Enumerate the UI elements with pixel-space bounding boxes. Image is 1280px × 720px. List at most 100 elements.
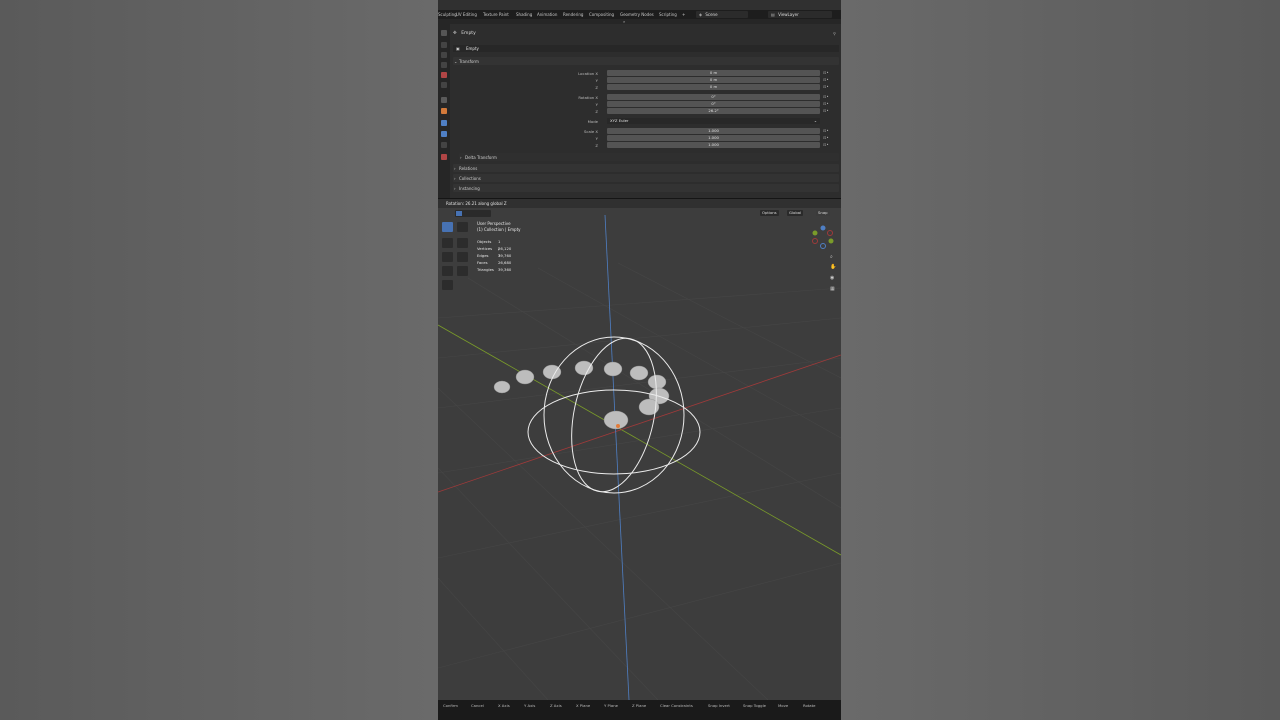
add-cube-tool-icon[interactable] (442, 280, 453, 290)
lock-icon[interactable]: ⊡• (823, 84, 829, 89)
search-icon[interactable]: ⌕ (623, 19, 625, 24)
hint-snap-invert: Snap Invert (708, 703, 730, 708)
lock-icon[interactable]: ⊡• (823, 128, 829, 133)
neg-x-axis-icon[interactable] (812, 238, 818, 244)
active-collection-label: (1) Collection | Empty (477, 227, 521, 232)
neg-z-axis-icon[interactable] (820, 243, 826, 249)
chevron-down-icon: ⌄ (454, 59, 458, 64)
scale-y-field[interactable]: 1.000 (607, 135, 820, 141)
hint-move: Move (778, 703, 789, 708)
transform-orientation-dropdown[interactable]: Global (787, 210, 804, 216)
data-tab-icon[interactable] (441, 154, 447, 160)
tab-shading[interactable]: Shading (516, 12, 532, 17)
rotation-y-field[interactable]: 0° (607, 101, 820, 107)
lock-icon[interactable]: ⊡• (823, 142, 829, 147)
rotate-tool-icon[interactable] (457, 238, 468, 248)
object-data-icon: ▣ (456, 46, 460, 51)
blurred-background-left (0, 0, 438, 720)
rotation-x-label: Rotation X (578, 95, 598, 100)
floor-grid (438, 262, 841, 700)
output-tab-icon[interactable] (441, 52, 447, 58)
select-box-icon[interactable] (456, 211, 462, 216)
lock-icon[interactable]: ⊡• (823, 94, 829, 99)
stat-value: 39,760 (498, 253, 512, 258)
object-name-field[interactable]: ▣ Empty (453, 45, 839, 52)
annotate-tool-icon[interactable] (442, 266, 453, 276)
cursor-tool-icon[interactable] (457, 222, 468, 232)
snap-toggle[interactable]: Snap (816, 210, 830, 216)
select-mode-buttons[interactable] (455, 210, 491, 217)
zoom-icon[interactable]: ⌕ (830, 254, 833, 260)
lock-icon[interactable]: ⊡• (823, 101, 829, 106)
blurred-background-right (841, 0, 1280, 720)
stat-label: Edges (477, 253, 489, 258)
options-button[interactable]: Options (760, 210, 779, 216)
transform-panel-header[interactable]: Transform ⌄ (453, 57, 839, 65)
navigation-gizmo[interactable] (810, 224, 840, 254)
stat-value: 26,120 (498, 246, 512, 251)
lock-icon[interactable]: ⊡• (823, 135, 829, 140)
measure-tool-icon[interactable] (457, 266, 468, 276)
render-tab-icon[interactable] (441, 42, 447, 48)
neg-x-axis-icon[interactable] (827, 230, 833, 236)
instancing-panel[interactable]: › Instancing (453, 184, 839, 192)
lock-icon[interactable]: ⊡• (823, 70, 829, 75)
location-z-field[interactable]: 0 m (607, 84, 820, 90)
rotation-x-field[interactable]: 0° (607, 94, 820, 100)
y-axis-icon[interactable] (828, 238, 834, 244)
tab-texture-paint[interactable]: Texture Paint (483, 12, 509, 17)
transform-tool-icon[interactable] (457, 252, 468, 262)
tab-sculpting[interactable]: Sculpting (438, 12, 457, 17)
rotation-z-field[interactable]: 26.2° (607, 108, 820, 114)
scale-tool-icon[interactable] (442, 252, 453, 262)
grid-view-icon[interactable]: ▦ (830, 286, 835, 292)
tool-tab-icon[interactable] (441, 30, 447, 36)
view-layer-selector[interactable]: ▤ ViewLayer (768, 11, 832, 18)
tab-rendering[interactable]: Rendering (563, 12, 583, 17)
relations-label: Relations (459, 166, 478, 171)
blender-window: Sculpting UV Editing Texture Paint Shadi… (438, 0, 841, 720)
rotation-mode-dropdown[interactable]: XYZ Euler ⌄ (607, 118, 820, 124)
snap-label: Snap (818, 210, 828, 215)
tab-geometry-nodes[interactable]: Geometry Nodes (620, 12, 654, 17)
object-name: Empty (461, 31, 476, 36)
lock-icon[interactable]: ⊡• (823, 108, 829, 113)
y-axis-line (438, 324, 841, 556)
hint-clear-constraints: Clear Constraints (660, 703, 693, 708)
scale-x-field[interactable]: 1.000 (607, 128, 820, 134)
stat-value: 26,680 (498, 260, 512, 265)
3d-viewport[interactable]: Options Global Snap User Perspective (1)… (438, 208, 841, 700)
collections-panel[interactable]: › Collections (453, 174, 839, 182)
hint-z-axis: Z Axis (550, 703, 562, 708)
view-layer-tab-icon[interactable] (441, 62, 447, 68)
camera-icon[interactable]: ◉ (830, 275, 834, 281)
scene-selector[interactable]: ◈ Scene (696, 11, 748, 18)
pin-icon[interactable]: ⚲ (833, 31, 836, 36)
empty-object-icon: ✥ (453, 31, 457, 36)
properties-header: ⌕ (438, 19, 841, 24)
properties-editor: ⌕ ✥ Empty ⚲ ▣ Empty Transform ⌄ Location… (438, 19, 841, 198)
stat-label: Faces (477, 260, 488, 265)
scale-x-label: Scale X (583, 129, 598, 134)
tab-uv-editing[interactable]: UV Editing (456, 12, 477, 17)
location-x-field[interactable]: 0 m (607, 70, 820, 76)
tab-scripting[interactable]: Scripting (659, 12, 677, 17)
select-tool-icon[interactable] (442, 222, 453, 232)
delta-transform-panel[interactable]: › Delta Transform (459, 153, 839, 161)
location-y-field[interactable]: 0 m (607, 77, 820, 83)
pan-hand-icon[interactable]: ✋ (830, 264, 836, 270)
rotation-mode-label: Mode (587, 119, 598, 124)
move-tool-icon[interactable] (442, 238, 453, 248)
add-workspace-button[interactable]: + (682, 12, 685, 17)
z-axis-icon[interactable] (820, 225, 826, 231)
scale-z-field[interactable]: 1.000 (607, 142, 820, 148)
tab-compositing[interactable]: Compositing (589, 12, 614, 17)
y-axis-icon[interactable] (812, 230, 818, 236)
lock-icon[interactable]: ⊡• (823, 77, 829, 82)
tab-animation[interactable]: Animation (537, 12, 557, 17)
status-bar: Confirm Cancel X Axis Y Axis Z Axis X Pl… (438, 700, 841, 720)
scene-icon: ◈ (699, 12, 703, 17)
rotation-y-label: Y (595, 102, 598, 107)
relations-panel[interactable]: › Relations (453, 164, 839, 172)
hint-rotate: Rotate (803, 703, 816, 708)
